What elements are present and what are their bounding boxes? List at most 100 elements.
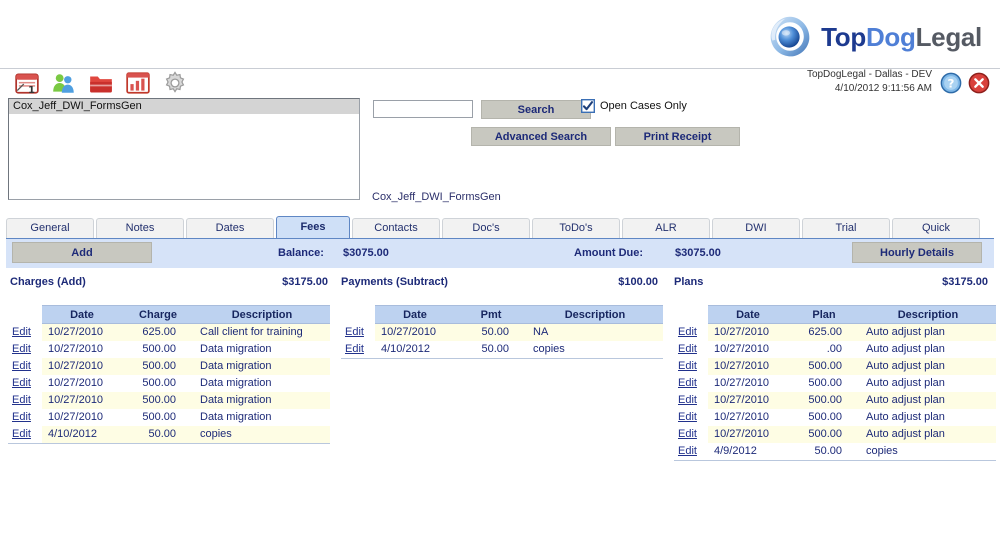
edit-link[interactable]: Edit (12, 394, 31, 406)
table-row: Edit 4/9/2012 50.00 copies (674, 442, 996, 460)
edit-cell: Edit (8, 323, 42, 341)
table-footer-rule (674, 459, 996, 464)
edit-column-header (341, 305, 375, 324)
edit-link[interactable]: Edit (12, 326, 31, 338)
cell-date: 10/27/2010 (375, 323, 455, 341)
cell-amount: .00 (788, 340, 860, 358)
tab-dates[interactable]: Dates (186, 218, 274, 238)
table-row: Edit 10/27/2010 500.00 Data migration (8, 391, 330, 409)
edit-link[interactable]: Edit (678, 428, 697, 440)
settings-gear-icon[interactable] (162, 70, 188, 96)
edit-column-header (674, 305, 708, 324)
cell-description: Auto adjust plan (860, 357, 996, 375)
help-question-icon[interactable]: ? (940, 72, 962, 94)
payments-section-label: Payments (Subtract) (341, 276, 448, 288)
charges-table: Date Charge Description Edit 10/27/2010 625.… (8, 305, 330, 443)
search-button[interactable]: Search (481, 100, 591, 119)
application-window: TopDogLegal 1 TopDogLegal - Dallas - DEV… (0, 0, 1000, 537)
open-cases-only-label: Open Cases Only (600, 100, 687, 112)
table-row: Edit 10/27/2010.00 Auto adjust plan (674, 340, 996, 358)
session-info: TopDogLegal - Dallas - DEV 4/10/2012 9:1… (807, 68, 932, 96)
edit-link[interactable]: Edit (678, 377, 697, 389)
reports-chart-icon[interactable] (125, 70, 151, 96)
table-row: Edit 10/27/2010 625.00 Call client for trai… (8, 323, 330, 341)
plans-table: Date Plan Description Edit 10/27/2010 625.00… (674, 305, 996, 460)
swirl-logo-icon (770, 16, 810, 57)
cell-amount: 625.00 (788, 323, 860, 341)
edit-link[interactable]: Edit (678, 445, 697, 457)
charges-table-container: Date Charge Description Edit 10/27/2010 625.… (8, 305, 330, 447)
edit-link[interactable]: Edit (678, 360, 697, 372)
table-header-row: Date Pmt Description (341, 305, 663, 324)
tab-dwi[interactable]: DWI (712, 218, 800, 238)
edit-link[interactable]: Edit (12, 428, 31, 440)
tab-doc-s[interactable]: Doc's (442, 218, 530, 238)
edit-link[interactable]: Edit (678, 411, 697, 423)
cell-date: 10/27/2010 (42, 408, 122, 426)
edit-link[interactable]: Edit (678, 394, 697, 406)
advanced-search-button[interactable]: Advanced Search (471, 127, 611, 146)
cell-description: Auto adjust plan (860, 340, 996, 358)
case-list-item[interactable]: Cox_Jeff_DWI_FormsGen (9, 99, 359, 114)
tab-contacts[interactable]: Contacts (352, 218, 440, 238)
tab-trial[interactable]: Trial (802, 218, 890, 238)
table-row: Edit 10/27/2010 500.00 Auto adjust plan (674, 374, 996, 392)
edit-link[interactable]: Edit (12, 411, 31, 423)
column-header-description: Description (527, 305, 663, 324)
open-cases-only-checkbox-group[interactable]: Open Cases Only (581, 99, 687, 113)
cell-description: copies (860, 442, 996, 460)
checkmark-icon[interactable] (581, 99, 595, 113)
cell-description: NA (527, 323, 663, 341)
cell-amount: 50.00 (455, 323, 527, 341)
edit-link[interactable]: Edit (678, 343, 697, 355)
brand-top: Top (821, 22, 866, 52)
tab-quick[interactable]: Quick (892, 218, 980, 238)
cell-date: 10/27/2010 (708, 374, 788, 392)
tab-alr[interactable]: ALR (622, 218, 710, 238)
payments-section-total: $100.00 (618, 276, 658, 288)
edit-cell: Edit (8, 391, 42, 409)
column-header-description: Description (860, 305, 996, 324)
contacts-icon[interactable] (51, 70, 77, 96)
cell-description: Data migration (194, 391, 330, 409)
cell-date: 10/27/2010 (42, 357, 122, 375)
cell-date: 10/27/2010 (708, 391, 788, 409)
edit-cell: Edit (8, 408, 42, 426)
cell-description: Auto adjust plan (860, 323, 996, 341)
tab-todo-s[interactable]: ToDo's (532, 218, 620, 238)
calendar-icon[interactable]: 1 (14, 70, 40, 96)
folder-icon[interactable] (88, 70, 114, 96)
edit-cell: Edit (341, 340, 375, 358)
table-row: Edit 10/27/2010 500.00 Auto adjust plan (674, 357, 996, 375)
print-receipt-button[interactable]: Print Receipt (615, 127, 740, 146)
table-footer-rule (341, 357, 663, 362)
cell-date: 10/27/2010 (42, 374, 122, 392)
section-totals-row: Charges (Add) $3175.00 Payments (Subtrac… (0, 276, 1000, 294)
close-x-icon[interactable] (968, 72, 990, 94)
edit-link[interactable]: Edit (678, 326, 697, 338)
add-button[interactable]: Add (12, 242, 152, 263)
edit-link[interactable]: Edit (12, 377, 31, 389)
hourly-details-button[interactable]: Hourly Details (852, 242, 982, 263)
edit-cell: Edit (674, 391, 708, 409)
case-list[interactable]: Cox_Jeff_DWI_FormsGen (8, 98, 360, 200)
edit-link[interactable]: Edit (12, 343, 31, 355)
cell-date: 10/27/2010 (708, 408, 788, 426)
cell-amount: 500.00 (122, 340, 194, 358)
plans-section-total: $3175.00 (942, 276, 988, 288)
search-input[interactable] (373, 100, 473, 118)
edit-link[interactable]: Edit (345, 326, 364, 338)
column-header-description: Description (194, 305, 330, 324)
edit-link[interactable]: Edit (345, 343, 364, 355)
session-org: TopDogLegal - Dallas - DEV (806, 69, 932, 80)
fees-summary-bar (6, 238, 994, 268)
edit-link[interactable]: Edit (12, 360, 31, 372)
cell-date: 10/27/2010 (708, 357, 788, 375)
tab-fees[interactable]: Fees (276, 216, 350, 238)
main-toolbar: 1 (14, 70, 188, 96)
tab-general[interactable]: General (6, 218, 94, 238)
charges-section-label: Charges (Add) (10, 276, 86, 288)
edit-cell: Edit (674, 323, 708, 341)
cell-description: Auto adjust plan (860, 391, 996, 409)
tab-notes[interactable]: Notes (96, 218, 184, 238)
